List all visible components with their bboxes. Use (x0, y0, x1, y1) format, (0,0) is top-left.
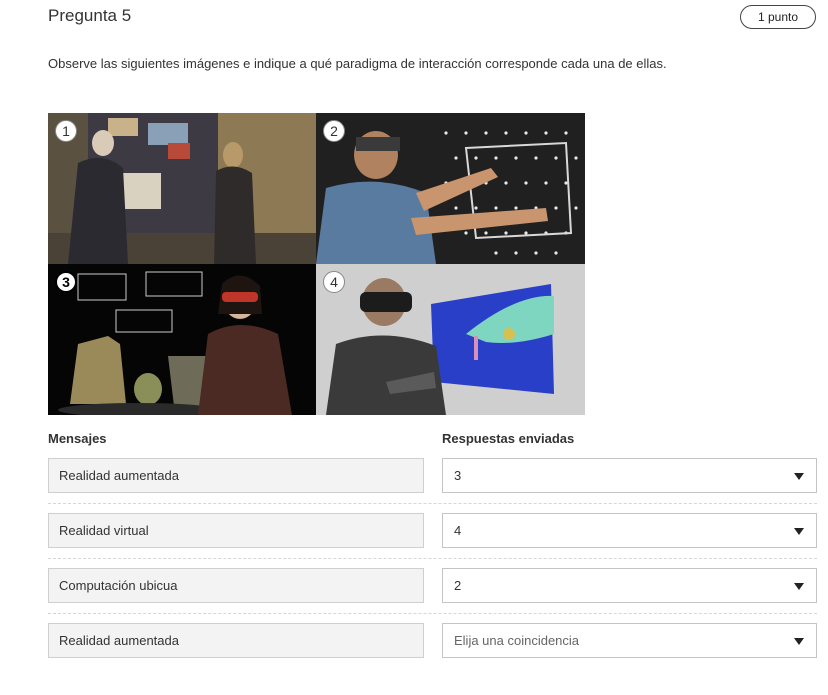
dropdown-arrow-icon (794, 473, 804, 480)
answer-select[interactable]: 3 (442, 458, 817, 493)
image-panel-2: 2 (316, 113, 585, 264)
answer-value: 3 (454, 468, 462, 483)
message-text: Realidad virtual (59, 523, 149, 538)
message-field: Realidad aumentada (48, 623, 424, 658)
responses-header: Respuestas enviadas (442, 431, 575, 446)
panel-number-3: 3 (55, 271, 77, 293)
points-badge: 1 punto (740, 5, 816, 29)
message-field: Realidad aumentada (48, 458, 424, 493)
dropdown-arrow-icon (794, 528, 804, 535)
image-panel-4: 4 (316, 264, 585, 415)
row-divider (48, 558, 817, 559)
panel-number-1: 1 (55, 120, 77, 142)
paradigm-images-figure: 1 2 3 4 (48, 113, 585, 415)
panel-number-2: 2 (323, 120, 345, 142)
question-title: Pregunta 5 (48, 6, 132, 25)
message-text: Computación ubicua (59, 578, 178, 593)
question-instructions: Observe las siguientes imágenes e indiqu… (48, 56, 667, 71)
answer-select[interactable]: 4 (442, 513, 817, 548)
messages-header: Mensajes (48, 431, 107, 446)
message-text: Realidad aumentada (59, 468, 179, 483)
image-panel-3: 3 (48, 264, 316, 415)
row-divider (48, 503, 817, 504)
message-field: Computación ubicua (48, 568, 424, 603)
message-field: Realidad virtual (48, 513, 424, 548)
answer-value: 2 (454, 578, 462, 593)
dropdown-arrow-icon (794, 583, 804, 590)
image-panel-1: 1 (48, 113, 316, 264)
row-divider (48, 613, 817, 614)
dropdown-arrow-icon (794, 638, 804, 645)
answer-select[interactable]: 2 (442, 568, 817, 603)
panel-number-4: 4 (323, 271, 345, 293)
message-text: Realidad aumentada (59, 633, 179, 648)
answer-placeholder: Elija una coincidencia (454, 633, 580, 648)
answer-value: 4 (454, 523, 462, 538)
answer-select[interactable]: Elija una coincidencia (442, 623, 817, 658)
